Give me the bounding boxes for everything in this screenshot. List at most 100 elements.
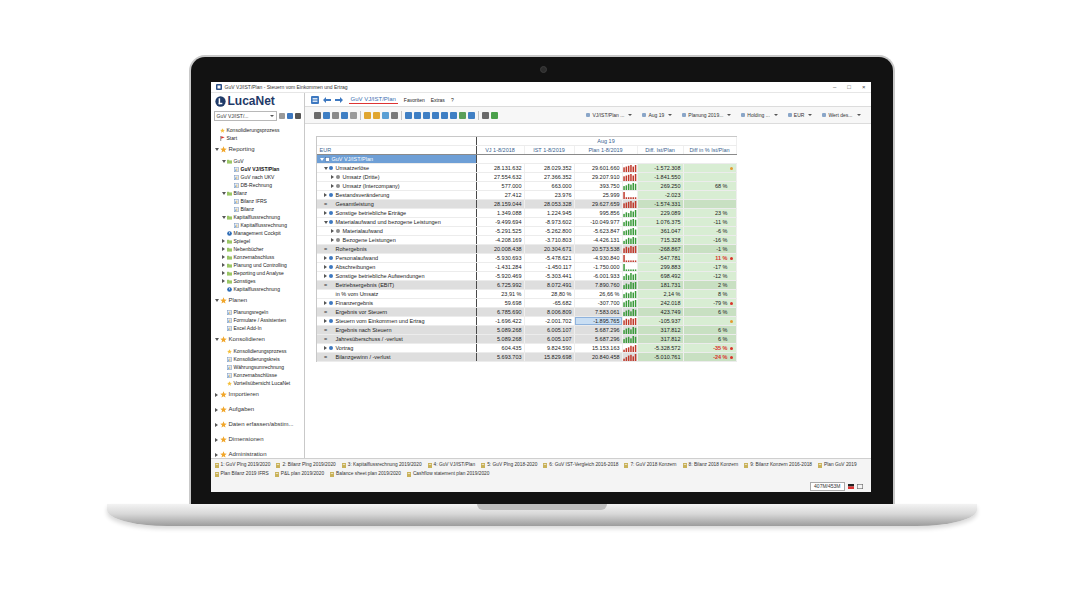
table-row[interactable]: =Jahresüberschuss / -verlust5.089.2686.0… bbox=[317, 335, 737, 344]
difference-cell[interactable]: -5.010.761 bbox=[638, 353, 684, 361]
report-shortcut-tab[interactable]: Balance sheet plan 2019/2020 bbox=[330, 470, 401, 478]
toolbar-button-icon[interactable] bbox=[459, 112, 466, 119]
sidebar-item[interactable]: Konsolidierungsprozess bbox=[211, 126, 304, 134]
prior-year-cell[interactable]: 5.089.268 bbox=[477, 335, 525, 343]
toolbar-dropdown[interactable]: EUR bbox=[788, 112, 813, 118]
expander-icon[interactable] bbox=[324, 301, 327, 305]
plan-cell[interactable]: -1.895.765 bbox=[575, 317, 623, 325]
plan-cell[interactable]: -307.700 bbox=[575, 299, 623, 307]
difference-percent-cell[interactable]: 8 % bbox=[684, 290, 737, 298]
plan-cell[interactable]: 5.687.296 bbox=[575, 335, 623, 343]
sidebar-item[interactable]: Management Cockpit bbox=[211, 229, 304, 237]
plan-cell[interactable]: 20.573.538 bbox=[575, 245, 623, 253]
expander-icon[interactable] bbox=[222, 271, 225, 275]
difference-cell[interactable]: -1.841.550 bbox=[638, 173, 684, 181]
prior-year-cell[interactable]: 5.089.268 bbox=[477, 326, 525, 334]
table-row[interactable]: =Betriebsergebnis (EBIT)6.725.9928.072.4… bbox=[317, 281, 737, 290]
back-arrow-icon[interactable] bbox=[323, 97, 331, 103]
actual-cell[interactable]: -2.001.702 bbox=[525, 317, 575, 325]
difference-cell[interactable]: -1.574.331 bbox=[638, 200, 684, 208]
difference-cell[interactable]: 317.812 bbox=[638, 335, 684, 343]
sidebar-item[interactable]: Konsolidierungsprozess bbox=[211, 347, 304, 355]
actual-cell[interactable]: 28.053.328 bbox=[525, 200, 575, 208]
table-row[interactable]: in % vom Umsatz23,91 %28,80 %26,66 %2,14… bbox=[317, 290, 737, 299]
toolbar-dropdown[interactable]: Holding ... bbox=[741, 112, 778, 118]
report-shortcut-tab[interactable]: 7: GuV 2018 Konzern bbox=[624, 461, 676, 469]
expander-icon[interactable] bbox=[331, 229, 334, 233]
expander-icon[interactable] bbox=[320, 158, 324, 161]
sidebar-item[interactable]: Reporting bbox=[211, 142, 304, 157]
toolbar-button-icon[interactable] bbox=[314, 112, 321, 119]
menu-icon[interactable] bbox=[311, 96, 319, 104]
plan-cell[interactable]: 25.999 bbox=[575, 191, 623, 199]
toolbar-button-icon[interactable] bbox=[482, 112, 489, 119]
sidebar-item[interactable]: Kapitalflussrechnung bbox=[211, 221, 304, 229]
difference-cell[interactable]: 299.883 bbox=[638, 263, 684, 271]
table-root-row[interactable]: GuV VJ/IST/Plan bbox=[317, 155, 737, 164]
column-header[interactable]: Diff. Ist/Plan bbox=[638, 146, 684, 154]
actual-cell[interactable]: -5.478.621 bbox=[525, 254, 575, 262]
plan-cell[interactable]: 29.207.910 bbox=[575, 173, 623, 181]
table-row[interactable]: Abschreibungen-1.431.284-1.450.117-1.750… bbox=[317, 263, 737, 272]
table-row[interactable]: Umsatzerlöse28.131.63228.029.35229.601.6… bbox=[317, 164, 737, 173]
difference-percent-cell[interactable]: -24 % bbox=[684, 353, 737, 361]
difference-cell[interactable]: -5.328.572 bbox=[638, 344, 684, 352]
difference-percent-cell[interactable]: -12 % bbox=[684, 272, 737, 280]
table-row[interactable]: Steuern vom Einkommen und Ertrag-1.696.4… bbox=[317, 317, 737, 326]
sidebar-item[interactable]: Nebenbücher bbox=[211, 245, 304, 253]
expander-icon[interactable] bbox=[215, 453, 218, 457]
expander-icon[interactable] bbox=[215, 408, 218, 412]
expander-icon[interactable] bbox=[215, 393, 218, 397]
actual-cell[interactable]: 6.005.107 bbox=[525, 335, 575, 343]
toolbar-button-icon[interactable] bbox=[441, 112, 448, 119]
expander-icon[interactable] bbox=[324, 256, 327, 260]
table-row[interactable]: Materialaufwand-5.291.525-5.262.800-5.62… bbox=[317, 227, 737, 236]
report-shortcut-tab[interactable]: 2: Bilanz Plng 2019/2020 bbox=[276, 461, 335, 469]
sidebar-item[interactable]: Formulare / Assistenten bbox=[211, 316, 304, 324]
prior-year-cell[interactable]: -5.291.525 bbox=[477, 227, 525, 235]
table-row[interactable]: Finanzergebnis59.698-65.682-307.700242.0… bbox=[317, 299, 737, 308]
difference-cell[interactable]: -105.937 bbox=[638, 317, 684, 325]
expander-icon[interactable] bbox=[324, 221, 328, 224]
sidebar-item[interactable]: Importieren bbox=[211, 387, 304, 402]
difference-percent-cell[interactable]: 6 % bbox=[684, 326, 737, 334]
table-row[interactable]: Bezogene Leistungen-4.208.169-3.710.803-… bbox=[317, 236, 737, 245]
table-row[interactable]: Materialaufwand und bezogene Leistungen-… bbox=[317, 218, 737, 227]
sidebar-item[interactable]: Kapitalflussrechnung bbox=[211, 285, 304, 293]
difference-cell[interactable]: 698.492 bbox=[638, 272, 684, 280]
column-header[interactable]: Plan 1-8/2019 bbox=[575, 146, 638, 154]
sidebar-item[interactable]: Bilanz bbox=[211, 189, 304, 197]
prior-year-cell[interactable]: 604.435 bbox=[477, 344, 525, 352]
column-header[interactable]: VJ 1-8/2018 bbox=[477, 146, 525, 154]
sidebar-item[interactable]: Spiegel bbox=[211, 237, 304, 245]
sidebar-item[interactable]: Sonstiges bbox=[211, 277, 304, 285]
sidebar-item[interactable]: Konsolidieren bbox=[211, 332, 304, 347]
actual-cell[interactable]: 1.224.945 bbox=[525, 209, 575, 217]
actual-cell[interactable]: 9.824.590 bbox=[525, 344, 575, 352]
expander-icon[interactable] bbox=[324, 346, 327, 350]
expander-icon[interactable] bbox=[331, 238, 334, 242]
toolbar-button-icon[interactable] bbox=[364, 112, 371, 119]
forward-arrow-icon[interactable] bbox=[335, 97, 343, 103]
expander-icon[interactable] bbox=[215, 423, 218, 427]
actual-cell[interactable]: 28,80 % bbox=[525, 290, 575, 298]
prior-year-cell[interactable]: 27.554.632 bbox=[477, 173, 525, 181]
report-shortcut-tab[interactable]: 8: Bilanz 2018 Konzern bbox=[683, 461, 739, 469]
plan-cell[interactable]: 20.840.458 bbox=[575, 353, 623, 361]
window-control[interactable]: – bbox=[833, 83, 836, 91]
sidebar-item[interactable]: Reporting und Analyse bbox=[211, 269, 304, 277]
toolbar-dropdown[interactable]: Planung 2019... bbox=[682, 112, 731, 118]
difference-cell[interactable]: 2,14 % bbox=[638, 290, 684, 298]
expander-icon[interactable] bbox=[222, 160, 226, 163]
plan-cell[interactable]: 26,66 % bbox=[575, 290, 623, 298]
actual-cell[interactable]: 663.000 bbox=[525, 182, 575, 190]
difference-percent-cell[interactable] bbox=[684, 200, 737, 208]
expander-icon[interactable] bbox=[222, 255, 225, 259]
report-shortcut-tab[interactable]: 5: GuV Plng 2018-2020 bbox=[481, 461, 537, 469]
table-row[interactable]: =Rohergebnis20.008.43820.304.67120.573.5… bbox=[317, 245, 737, 254]
toolbar-button-icon[interactable] bbox=[391, 112, 398, 119]
difference-cell[interactable]: 229.089 bbox=[638, 209, 684, 217]
sidebar-item[interactable]: Konzernabschlüsse bbox=[211, 371, 304, 379]
prior-year-cell[interactable]: 28.131.632 bbox=[477, 164, 525, 172]
expander-icon[interactable] bbox=[331, 175, 334, 179]
